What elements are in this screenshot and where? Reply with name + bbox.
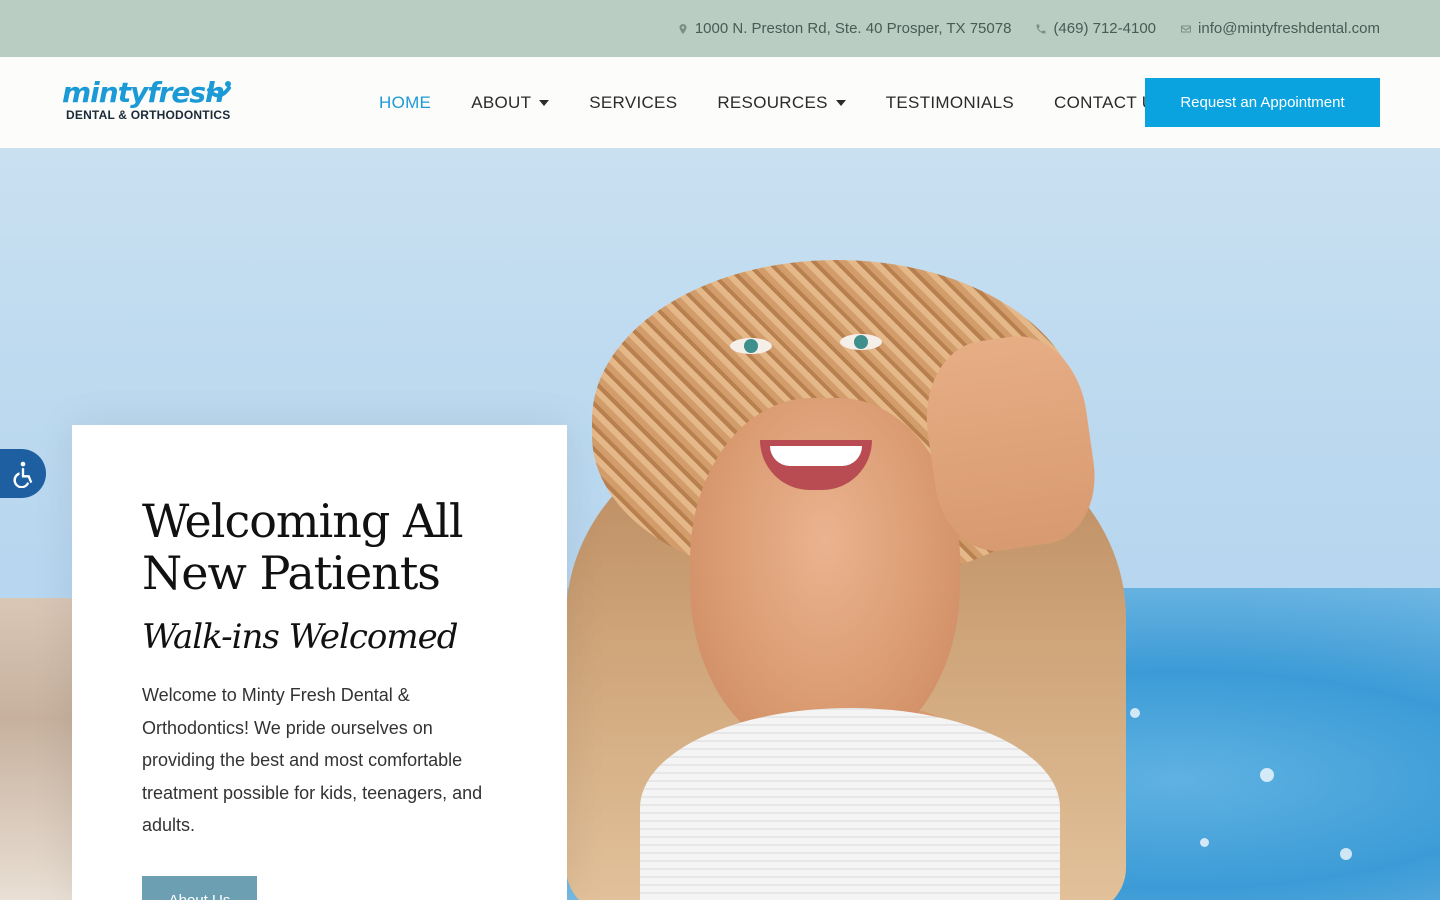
about-us-button[interactable]: About Us	[142, 875, 257, 900]
main-nav: HOME ABOUT SERVICES RESOURCES TESTIMONIA…	[379, 57, 1166, 148]
hero-subtitle: Walk-ins Welcomed	[142, 617, 458, 657]
nav-resources[interactable]: RESOURCES	[717, 92, 846, 113]
sparkle	[1260, 768, 1274, 782]
phone-text: (469) 712-4100	[1053, 20, 1157, 37]
mail-icon	[1181, 25, 1192, 32]
chevron-down-icon	[835, 99, 846, 106]
nav-home[interactable]: HOME	[379, 93, 431, 113]
phone-info[interactable]: (469) 712-4100	[1035, 20, 1156, 37]
phone-icon	[1036, 24, 1046, 33]
nav-home-label: HOME	[379, 92, 432, 112]
hero-card: Welcoming All New Patients Walk-ins Welc…	[72, 425, 567, 900]
nav-testimonials[interactable]: TESTIMONIALS	[886, 93, 1014, 113]
smile-icon	[207, 81, 231, 98]
nav-about-label: ABOUT	[471, 92, 532, 112]
sparkle	[1130, 708, 1140, 718]
nav-resources-label: RESOURCES	[717, 92, 828, 112]
map-pin-icon	[679, 23, 687, 34]
email-text: info@mintyfreshdental.com	[1198, 20, 1380, 37]
address-info[interactable]: 1000 N. Preston Rd, Ste. 40 Prosper, TX …	[677, 20, 1012, 37]
hero-body: Welcome to Minty Fresh Dental & Orthodon…	[142, 685, 483, 835]
nav-testimonials-label: TESTIMONIALS	[885, 92, 1015, 112]
hero-title-line2: New Patients	[142, 546, 441, 600]
hero-teeth	[770, 446, 862, 466]
email-info[interactable]: info@mintyfreshdental.com	[1180, 20, 1380, 37]
hero-dress	[640, 708, 1060, 900]
site-logo[interactable]: mintyfresh DENTAL & ORTHODONTICS	[62, 78, 232, 128]
chevron-down-icon	[539, 99, 550, 106]
nav-about[interactable]: ABOUT	[471, 92, 550, 113]
logo-tagline: DENTAL & ORTHODONTICS	[66, 108, 231, 122]
sparkle	[1200, 838, 1209, 847]
hero-title-line1: Welcoming All	[142, 494, 464, 548]
top-info-bar: 1000 N. Preston Rd, Ste. 40 Prosper, TX …	[0, 0, 1440, 57]
nav-services[interactable]: SERVICES	[589, 93, 677, 113]
address-text: 1000 N. Preston Rd, Ste. 40 Prosper, TX …	[694, 20, 1012, 37]
nav-services-label: SERVICES	[589, 92, 678, 112]
accessibility-icon	[13, 461, 33, 488]
request-appointment-button[interactable]: Request an Appointment	[1145, 78, 1380, 127]
sparkle	[1340, 848, 1352, 860]
hero-title: Welcoming All New Patients	[142, 495, 497, 599]
hero-eye-right	[840, 334, 882, 350]
hero-eye-left	[730, 338, 772, 354]
